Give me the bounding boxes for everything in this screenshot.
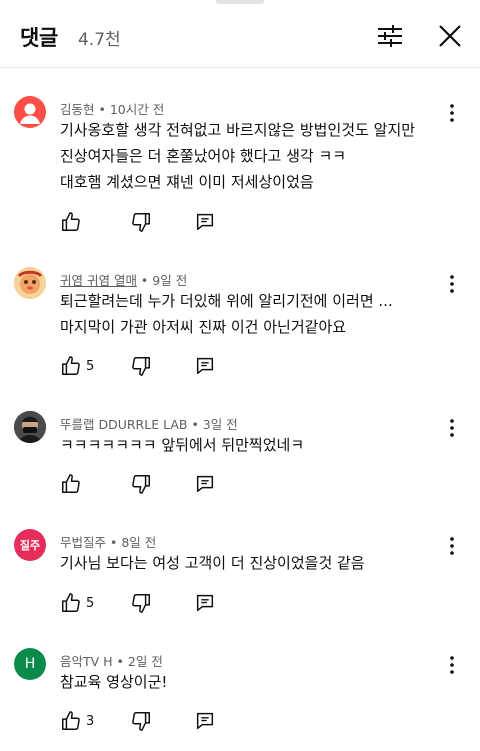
dislike-button[interactable] [130, 472, 152, 496]
photo-avatar-icon [14, 411, 46, 443]
avatar[interactable]: 질주 [14, 529, 46, 561]
avatar[interactable] [14, 411, 46, 443]
more-options-icon[interactable] [440, 534, 464, 558]
avatar-initials: 질주 [19, 539, 41, 552]
comment-text: 기사옹호할 생각 전혀없고 바르지않은 방법인것도 알지만 진상여자들은 더 혼… [60, 121, 416, 191]
comment-actions [60, 210, 260, 234]
comment-author[interactable]: 음악TV H [60, 654, 113, 669]
more-options-icon[interactable] [440, 272, 464, 296]
comment-actions: 5 [60, 591, 260, 615]
comment-author[interactable]: 뚜를랩 DDURRLE LAB [60, 417, 187, 432]
person-icon [20, 103, 40, 124]
avatar[interactable] [14, 96, 46, 128]
comment-actions: 3 [60, 709, 260, 733]
like-button[interactable]: 5 [60, 591, 94, 615]
comment-actions [60, 472, 260, 496]
comments-count: 4.7천 [78, 30, 121, 50]
comment-author[interactable]: 무법질주 [60, 535, 106, 550]
thumbs-up-icon [62, 356, 80, 375]
thumbs-up-icon [62, 474, 80, 493]
reply-icon [196, 475, 214, 493]
comment-time: 9일 전 [152, 273, 188, 288]
thumbs-down-icon [132, 712, 150, 731]
reply-icon [196, 594, 214, 612]
comment-text: 참교육 영상이군! [60, 673, 168, 691]
like-button[interactable] [60, 210, 86, 234]
thumbs-down-icon [132, 594, 150, 613]
comment-author[interactable]: 김동현 [60, 102, 95, 117]
like-button[interactable] [60, 472, 86, 496]
dislike-button[interactable] [130, 210, 152, 234]
reply-icon [196, 357, 214, 375]
comment-author[interactable]: 귀염 귀염 열매 [60, 273, 137, 288]
like-count: 5 [86, 358, 95, 374]
comment-actions: 5 [60, 354, 260, 378]
sort-filter-icon[interactable] [374, 20, 406, 52]
reply-button[interactable] [194, 210, 216, 234]
comment-meta: 무법질주 • 8일 전 [60, 535, 157, 550]
thumbs-down-icon [132, 213, 150, 232]
avatar[interactable]: H [14, 648, 46, 680]
like-count: 5 [86, 595, 95, 611]
reply-icon [196, 712, 214, 730]
thumbs-down-icon [132, 475, 150, 494]
comment-text: ㅋㅋㅋㅋㅋㅋㅋ 앞뒤에서 뒤만찍었네ㅋ [60, 436, 305, 454]
more-options-icon[interactable] [440, 653, 464, 677]
comment-meta: 뚜를랩 DDURRLE LAB • 3일 전 [60, 417, 238, 432]
comment-time: 3일 전 [202, 417, 238, 432]
reply-icon [196, 213, 214, 231]
comment-time: 2일 전 [127, 654, 163, 669]
like-count: 3 [86, 713, 95, 729]
thumbs-up-icon [62, 593, 80, 612]
reply-button[interactable] [194, 472, 216, 496]
close-icon[interactable] [432, 18, 468, 54]
comment-meta: 귀염 귀염 열매 • 9일 전 [60, 273, 188, 288]
thumbs-down-icon [132, 357, 150, 376]
comment-text: 기사님 보다는 여성 고객이 더 진상이었을것 같음 [60, 554, 365, 572]
dislike-button[interactable] [130, 709, 152, 733]
reply-button[interactable] [194, 591, 216, 615]
thumbs-up-icon [62, 212, 80, 231]
comments-title: 댓글 [20, 26, 58, 50]
comments-header: 댓글 4.7천 [0, 0, 480, 68]
comment-text: 퇴근할려는데 누가 더있해 위에 알리기전에 이러면 ... 마지막이 가관 아… [60, 292, 393, 336]
more-options-icon[interactable] [440, 416, 464, 440]
reply-button[interactable] [194, 354, 216, 378]
avatar-initials: H [24, 656, 36, 672]
like-button[interactable]: 5 [60, 354, 94, 378]
avatar[interactable] [14, 267, 46, 299]
dislike-button[interactable] [130, 354, 152, 378]
comment-meta: 김동현 • 10시간 전 [60, 102, 165, 117]
comment-time: 10시간 전 [109, 102, 165, 117]
more-options-icon[interactable] [440, 101, 464, 125]
dislike-button[interactable] [130, 591, 152, 615]
photo-avatar-icon [14, 267, 46, 299]
thumbs-up-icon [62, 711, 80, 730]
comment-time: 8일 전 [121, 535, 157, 550]
like-button[interactable]: 3 [60, 709, 94, 733]
reply-button[interactable] [194, 709, 216, 733]
comment-meta: 음악TV H • 2일 전 [60, 654, 163, 669]
